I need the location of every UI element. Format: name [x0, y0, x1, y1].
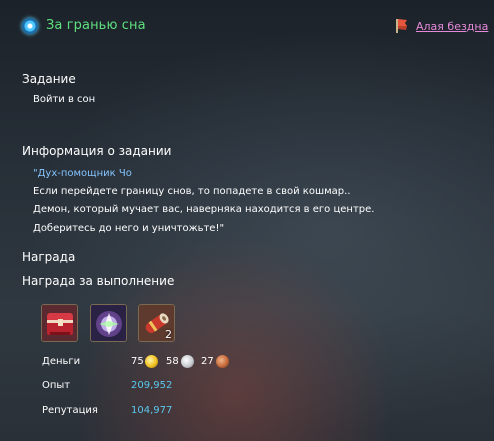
- red-treasure-chest-icon: [42, 305, 77, 341]
- info-heading: Информация о задании: [22, 144, 172, 158]
- info-line-3: Доберитесь до него и уничтожьте!": [33, 223, 225, 234]
- exp-value: 209,952: [131, 380, 173, 391]
- quest-header: За гранью сна Алая бездна: [0, 0, 494, 60]
- info-speaker: "Дух-помощник Чо: [33, 168, 132, 179]
- copper-amount: 27: [201, 356, 214, 367]
- quest-title: За гранью сна: [46, 18, 146, 33]
- reputation-label: Репутация: [42, 405, 98, 416]
- exp-label: Опыт: [42, 380, 71, 391]
- gold-amount: 75: [131, 356, 144, 367]
- completion-reward-heading: Награда за выполнение: [22, 274, 175, 288]
- region-flag-icon: [396, 19, 407, 33]
- task-objective: Войти в сон: [33, 94, 96, 105]
- reward-item-chest[interactable]: [41, 304, 78, 342]
- task-heading: Задание: [22, 72, 76, 86]
- region-link[interactable]: Алая бездна: [416, 20, 488, 33]
- reputation-value: 104,977: [131, 405, 173, 416]
- money-label: Деньги: [42, 356, 81, 367]
- glowing-crystal-icon: [91, 305, 126, 341]
- silver-coin-icon: [181, 355, 194, 368]
- reward-item-scroll[interactable]: 2: [138, 304, 175, 342]
- gold-coin-icon: [145, 355, 158, 368]
- info-line-1: Если перейдете границу снов, то попадете…: [33, 186, 351, 197]
- info-line-2: Демон, который мучает вас, наверняка нах…: [33, 204, 375, 215]
- reward-heading: Награда: [22, 250, 76, 264]
- silver-amount: 58: [166, 356, 179, 367]
- reward-item-crystal[interactable]: [90, 304, 127, 342]
- quest-orb-icon: [22, 18, 38, 34]
- copper-coin-icon: [216, 355, 229, 368]
- item-count: 2: [165, 328, 172, 341]
